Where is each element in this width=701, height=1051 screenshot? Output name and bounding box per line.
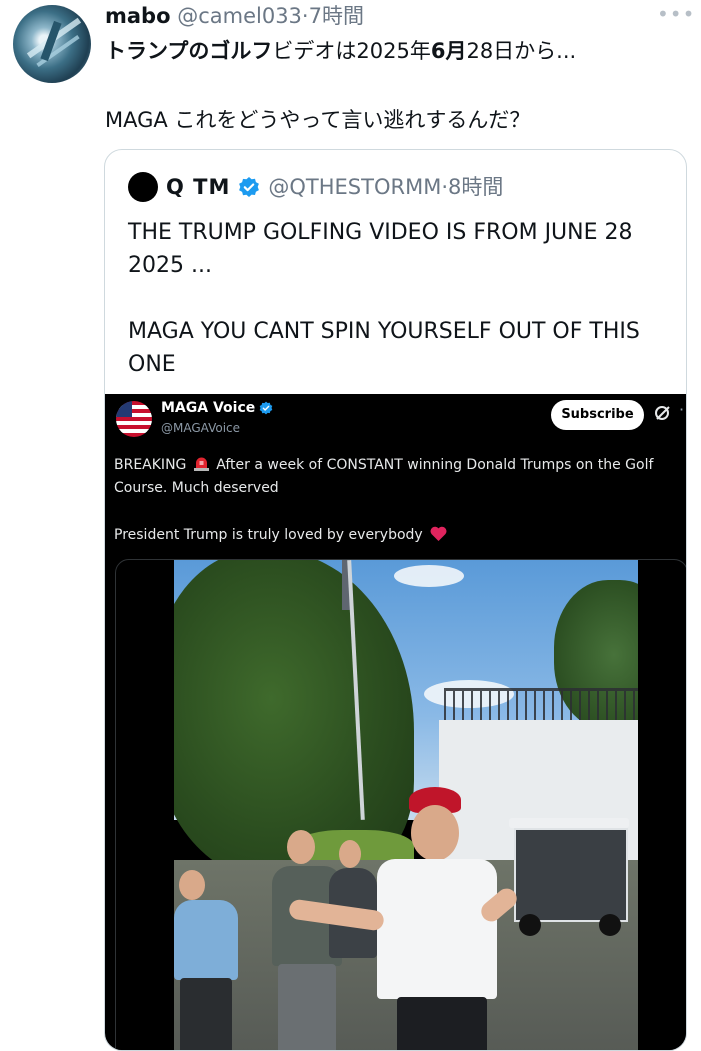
breaking-label: BREAKING — [114, 457, 187, 473]
tweet-text-segment: ゴルフ — [209, 39, 273, 63]
subscribe-button: Subscribe — [551, 400, 644, 430]
quoted-author-handle[interactable]: @QTHESTORMM — [268, 172, 441, 202]
tweet-text-line1: トランプのゴルフビデオは2025年6月28日から... — [105, 34, 576, 68]
author-avatar[interactable] — [13, 5, 91, 83]
quoted-timestamp[interactable]: 8時間 — [448, 172, 503, 202]
media-account-name-row: MAGA Voice — [161, 400, 273, 416]
quoted-tweet-header: Q TM @QTHESTORMM · 8時間 — [128, 172, 503, 202]
grok-icon — [655, 406, 670, 420]
media-account-name: MAGA Voice — [161, 400, 256, 416]
header-separator: · — [301, 4, 309, 28]
quoted-media-screenshot[interactable]: MAGA Voice @MAGAVoice Subscribe · BREAKI… — [105, 394, 686, 1050]
video-scene — [174, 560, 638, 1050]
tweet-text-segment: 28日から... — [466, 39, 577, 63]
media-line1: BREAKING After a week of CONSTANT winnin… — [114, 454, 682, 500]
quoted-tweet-card[interactable]: Q TM @QTHESTORMM · 8時間 THE TRUMP GOLFING V… — [104, 149, 687, 1051]
quoted-tweet-text: THE TRUMP GOLFING VIDEO IS FROM JUNE 28 … — [128, 216, 673, 381]
verified-badge-icon — [239, 177, 260, 197]
media-more-icon: · — [679, 400, 685, 419]
quoted-paragraph: THE TRUMP GOLFING VIDEO IS FROM JUNE 28 … — [128, 220, 633, 278]
author-handle[interactable]: @camel033 — [177, 4, 302, 28]
tweet-text-line2: MAGA これをどうやって言い逃れするんだ？ — [105, 108, 531, 132]
author-name[interactable]: mabo — [105, 4, 171, 28]
embedded-video — [115, 559, 686, 1050]
tweet-text-segment: ビデオは2025年 — [272, 39, 431, 63]
tweet-header: mabo @camel033·7時間 — [105, 2, 364, 30]
quoted-paragraph: MAGA YOU CANT SPIN YOURSELF OUT OF THIS … — [128, 319, 640, 377]
more-icon[interactable]: ••• — [657, 2, 695, 26]
media-account-handle: @MAGAVoice — [161, 421, 241, 435]
media-post-text: BREAKING After a week of CONSTANT winnin… — [114, 454, 682, 547]
tweet-text-segment: トランプの — [105, 39, 210, 63]
media-account-avatar — [116, 401, 152, 437]
verified-badge-icon — [259, 401, 273, 415]
heart-icon — [430, 526, 447, 541]
media-line2: President Trump is truly loved by everyb… — [114, 524, 682, 547]
siren-icon — [193, 457, 209, 471]
quoted-header-separator: · — [441, 175, 449, 199]
tweet-text-segment: 6月 — [430, 39, 467, 63]
quoted-author-avatar[interactable] — [128, 172, 158, 202]
media-line2-text: President Trump is truly loved by everyb… — [114, 527, 423, 543]
tweet-timestamp[interactable]: 7時間 — [309, 4, 364, 28]
quoted-author-name[interactable]: Q TM — [166, 172, 230, 202]
